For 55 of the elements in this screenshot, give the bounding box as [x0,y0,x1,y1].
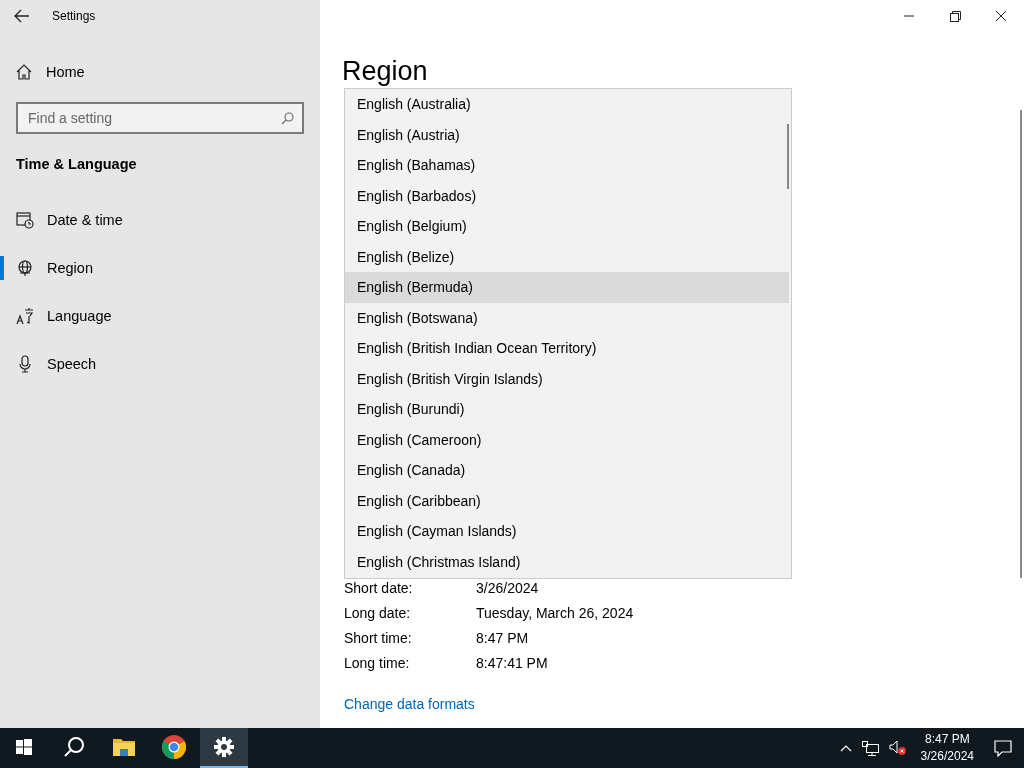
format-value: Tuesday, March 26, 2024 [476,604,635,623]
search-field[interactable]: Find a setting [16,102,304,134]
format-label: Long time: [344,654,411,673]
format-value: 8:47 PM [476,629,530,648]
home-link[interactable]: Home [16,56,320,88]
format-label: Short time: [344,629,413,648]
notification-icon[interactable] [994,739,1012,757]
nav-item[interactable]: Speech [0,344,320,384]
muted-speaker-icon[interactable] [888,740,907,756]
dropdown-option[interactable]: English (Belgium) [345,211,789,242]
microphone-icon [16,355,34,373]
folder-icon [112,737,136,757]
dropdown-option[interactable]: English (Barbados) [345,180,789,211]
calendar-icon [16,211,34,229]
search-icon [63,736,85,758]
scrollbar[interactable] [1020,110,1022,578]
dropdown-option[interactable]: English (British Indian Ocean Territory) [345,333,789,364]
globe-icon [16,259,34,277]
nav-item[interactable]: Date & time [0,200,320,240]
chevron-up-icon[interactable] [839,744,852,752]
dropdown-option[interactable]: English (Cameroon) [345,424,789,455]
windows-logo-icon [16,739,32,755]
taskbar-app[interactable] [200,728,248,768]
gear-icon [214,737,234,757]
network-icon[interactable] [861,740,879,756]
format-value: 3/26/2024 [476,579,540,598]
scrollbar-thumb[interactable] [787,124,789,189]
dropdown-option[interactable]: English (Belize) [345,241,789,272]
nav-item[interactable]: Region [0,248,320,288]
dropdown-option[interactable]: English (Burundi) [345,394,789,425]
language-icon [16,307,34,325]
dropdown-option[interactable]: English (Botswana) [345,302,789,333]
dropdown-option[interactable]: English (Christmas Island) [345,546,789,577]
change-formats-link[interactable]: Change data formats [344,696,475,712]
dropdown-option[interactable]: English (Cayman Islands) [345,516,789,547]
browser-icon [162,735,186,759]
dropdown-option[interactable]: English (Austria) [345,119,789,150]
search-icon [281,112,294,125]
clock-date[interactable]: 3/26/2024 [920,748,974,765]
section-heading: Time & Language [16,156,138,172]
format-label: Long date: [344,604,412,623]
dropdown-option[interactable]: English (Canada) [345,455,789,486]
back-arrow-icon[interactable] [14,9,30,23]
dropdown-option[interactable]: English (Caribbean) [345,485,789,516]
dropdown-option[interactable]: English (Bermuda) [345,272,789,303]
page-heading: Region [342,55,429,88]
dropdown-option[interactable]: English (Australia) [345,89,789,120]
nav-item[interactable]: Language [0,296,320,336]
format-label: Short date: [344,579,414,598]
clock-time[interactable]: 8:47 PM [924,731,970,748]
format-value: 8:47:41 PM [476,654,549,673]
dropdown-option[interactable]: English (Bahamas) [345,150,789,181]
window-title: Settings [52,9,96,23]
home-icon [16,64,32,80]
dropdown-option[interactable]: English (British Virgin Islands) [345,363,789,394]
